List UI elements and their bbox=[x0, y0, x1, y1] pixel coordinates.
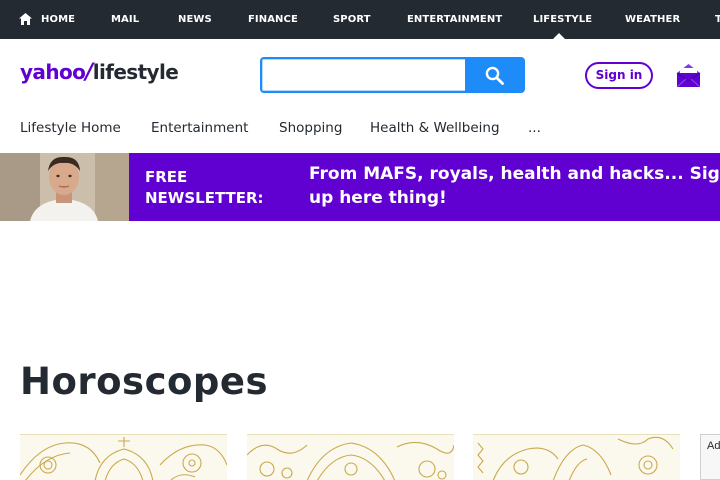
sub-nav-health-wellbeing[interactable]: Health & Wellbeing bbox=[370, 119, 500, 137]
yahoo-lifestyle-logo[interactable]: yahoo/lifestyle bbox=[20, 60, 179, 90]
newsletter-label-line2: NEWSLETTER: bbox=[145, 189, 264, 207]
sub-nav-lifestyle-home[interactable]: Lifestyle Home bbox=[20, 119, 121, 137]
ad-choices-tab[interactable]: Ad bbox=[700, 434, 720, 480]
top-nav-sport[interactable]: SPORT bbox=[333, 0, 371, 39]
top-nav-entertainment[interactable]: ENTERTAINMENT bbox=[407, 0, 502, 39]
logo-section-text: lifestyle bbox=[92, 60, 179, 84]
mail-icon[interactable] bbox=[676, 62, 701, 88]
newsletter-banner[interactable]: FREE NEWSLETTER: From MAFS, royals, heal… bbox=[0, 153, 720, 221]
search-icon bbox=[485, 66, 504, 85]
ad-label: Ad bbox=[707, 440, 720, 452]
top-nav-home[interactable]: HOME bbox=[41, 0, 75, 39]
top-nav-weather[interactable]: WEATHER bbox=[625, 0, 680, 39]
horoscope-card[interactable] bbox=[473, 434, 680, 480]
sub-nav-entertainment[interactable]: Entertainment bbox=[151, 119, 248, 137]
newsletter-headline[interactable]: From MAFS, royals, health and hacks... S… bbox=[309, 162, 720, 210]
horoscope-card[interactable] bbox=[20, 434, 227, 480]
search-input[interactable] bbox=[260, 57, 466, 93]
top-nav-news[interactable]: NEWS bbox=[178, 0, 212, 39]
sub-nav-more[interactable]: ... bbox=[528, 119, 541, 137]
home-icon bbox=[19, 13, 32, 25]
top-nav: HOME MAIL NEWS FINANCE SPORT ENTERTAINME… bbox=[0, 0, 720, 39]
newsletter-person-image bbox=[0, 153, 129, 221]
logo-yahoo-text: yahoo bbox=[20, 60, 86, 84]
logo-slash: / bbox=[85, 60, 93, 85]
search-button[interactable] bbox=[465, 57, 525, 93]
active-tab-indicator bbox=[553, 33, 565, 39]
horoscope-card[interactable] bbox=[247, 434, 454, 480]
top-nav-more[interactable]: T bbox=[715, 0, 720, 39]
page-title: Horoscopes bbox=[20, 360, 269, 403]
top-nav-mail[interactable]: MAIL bbox=[111, 0, 139, 39]
zodiac-ornament-image bbox=[20, 437, 227, 480]
sign-in-button[interactable]: Sign in bbox=[585, 62, 653, 89]
zodiac-ornament-image bbox=[247, 441, 454, 480]
newsletter-label-line1: FREE bbox=[145, 168, 188, 186]
newsletter-label: FREE NEWSLETTER: bbox=[145, 167, 285, 209]
zodiac-ornament-image bbox=[477, 436, 674, 480]
sub-nav-shopping[interactable]: Shopping bbox=[279, 119, 342, 137]
top-nav-finance[interactable]: FINANCE bbox=[248, 0, 298, 39]
